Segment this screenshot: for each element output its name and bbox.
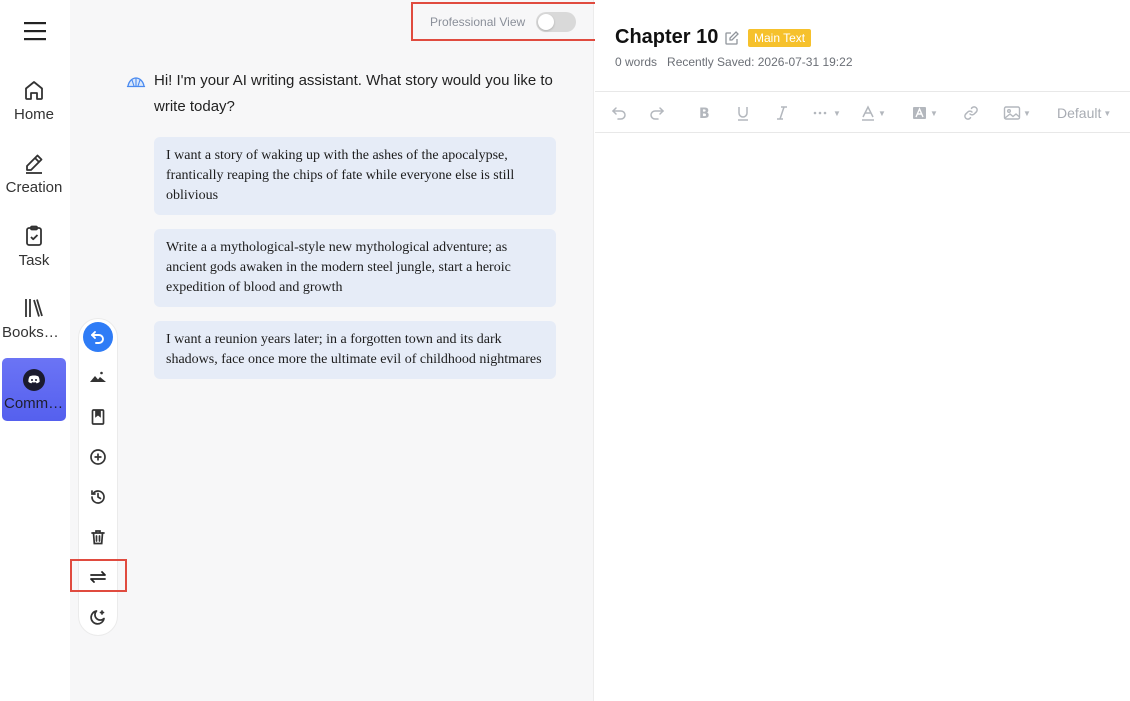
more-formatting-icon[interactable]: ▼ — [811, 102, 841, 124]
nav-label: Task — [18, 252, 50, 269]
nav-label: Home — [13, 106, 54, 123]
caret-down-icon: ▼ — [1103, 108, 1112, 118]
editor-toolbar: B ▼ ▼ ▼ ▼ Default ▼ — [595, 91, 1130, 133]
assistant-avatar-icon — [126, 72, 146, 92]
clipboard-check-icon — [0, 224, 68, 248]
nav-item-task[interactable]: Task — [0, 224, 68, 269]
svg-text:B: B — [699, 106, 710, 121]
suggestion-card[interactable]: I want a reunion years later; in a forgo… — [154, 321, 556, 379]
add-circle-icon[interactable] — [87, 446, 109, 468]
caret-down-icon: ▼ — [878, 108, 886, 118]
professional-view-toggle: Professional View — [411, 2, 598, 41]
nav-label: Community — [4, 395, 66, 412]
bold-icon[interactable]: B — [698, 102, 712, 124]
italic-icon[interactable] — [775, 102, 789, 124]
pencil-icon — [0, 151, 68, 175]
discord-icon — [2, 368, 66, 392]
paragraph-style-value: Default — [1057, 105, 1102, 121]
image-icon[interactable]: ▼ — [1003, 102, 1031, 124]
professional-view-switch[interactable] — [536, 11, 577, 32]
suggestion-card[interactable]: I want a story of waking up with the ash… — [154, 137, 556, 215]
moon-icon[interactable] — [87, 606, 109, 628]
nav-item-creation[interactable]: Creation — [0, 151, 68, 196]
chat-panel: Professional View Hi! I'm your AI writin… — [70, 0, 598, 701]
assistant-greeting: Hi! I'm your AI writing assistant. What … — [154, 72, 553, 115]
editor-panel: Chapter 10 Main Text 0 words Recently Sav… — [595, 0, 1130, 701]
word-count: 0 words — [615, 55, 658, 69]
bookmark-book-icon[interactable] — [87, 406, 109, 428]
left-nav: Home Creation Task Bookshelf Community — [0, 0, 70, 701]
paragraph-style-select[interactable]: Default ▼ — [1057, 102, 1111, 124]
nav-item-bookshelf[interactable]: Bookshelf — [0, 296, 68, 341]
caret-down-icon: ▼ — [930, 108, 938, 118]
redo-icon[interactable] — [649, 102, 665, 124]
switch-knob — [538, 13, 555, 30]
chapter-title: Chapter 10 — [615, 26, 719, 48]
nav-item-home[interactable]: Home — [0, 78, 68, 123]
nav-label: Creation — [5, 179, 63, 196]
bookshelf-icon — [0, 296, 68, 320]
highlight-box — [70, 559, 127, 592]
suggestion-card[interactable]: Write a a mythological-style new mytholo… — [154, 229, 556, 307]
saved-status: Recently Saved: 2026-07-31 19:22 — [667, 55, 853, 69]
font-color-icon[interactable]: ▼ — [860, 102, 886, 124]
history-icon[interactable] — [87, 486, 109, 508]
undo-icon[interactable] — [611, 102, 627, 124]
trash-icon[interactable] — [87, 526, 109, 548]
edit-title-icon[interactable] — [724, 30, 740, 51]
menu-icon[interactable] — [22, 19, 48, 43]
chapter-meta: 0 words Recently Saved: 2026-07-31 19:22 — [615, 55, 853, 69]
nav-item-community[interactable]: Community — [2, 358, 66, 421]
undo-arrow-icon[interactable] — [83, 322, 113, 352]
highlight-color-icon[interactable]: ▼ — [912, 102, 938, 124]
professional-view-label: Professional View — [430, 14, 526, 29]
landscape-icon[interactable] — [87, 366, 109, 388]
caret-down-icon: ▼ — [1023, 108, 1031, 118]
underline-icon[interactable] — [736, 102, 750, 124]
editor-content-area[interactable] — [595, 134, 1130, 701]
nav-label: Bookshelf — [2, 324, 68, 341]
main-text-badge: Main Text — [748, 29, 812, 47]
caret-down-icon: ▼ — [833, 108, 841, 118]
link-icon[interactable] — [963, 102, 979, 124]
home-icon — [0, 78, 68, 102]
